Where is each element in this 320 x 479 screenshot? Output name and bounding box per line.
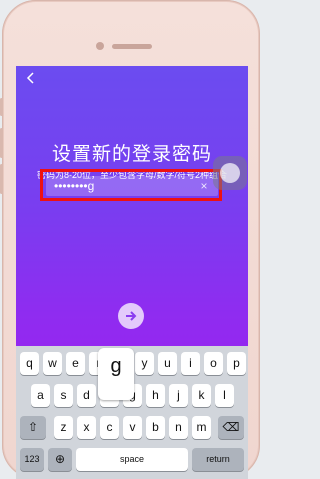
back-button[interactable] [25,72,41,88]
space-key[interactable]: space [76,448,188,471]
key-y[interactable]: y [135,352,154,375]
key-d[interactable]: d [77,384,96,407]
key-q[interactable]: q [20,352,39,375]
key-h[interactable]: h [146,384,165,407]
arrow-right-icon [126,311,137,321]
numbers-key[interactable]: 123 [20,448,44,471]
globe-key[interactable]: ⊕ [48,448,72,471]
volume-down-button [0,164,3,194]
key-v[interactable]: v [123,416,142,439]
earpiece-speaker [112,44,152,49]
key-b[interactable]: b [146,416,165,439]
key-l[interactable]: l [215,384,234,407]
shift-key[interactable]: ⇧ [20,416,46,439]
return-key[interactable]: return [192,448,244,471]
key-i[interactable]: i [181,352,200,375]
key-p[interactable]: p [227,352,246,375]
password-input[interactable]: ••••••••g [46,176,218,196]
key-u[interactable]: u [158,352,177,375]
key-w[interactable]: w [43,352,62,375]
key-a[interactable]: a [31,384,50,407]
next-button[interactable] [118,303,144,329]
assistive-touch-dot [220,163,240,183]
assistive-touch-button[interactable] [213,156,247,190]
key-n[interactable]: n [169,416,188,439]
key-c[interactable]: c [100,416,119,439]
key-o[interactable]: o [204,352,223,375]
mute-switch [0,98,3,116]
clear-input-button[interactable]: × [196,176,212,196]
key-z[interactable]: z [54,416,73,439]
front-camera [96,42,104,50]
key-x[interactable]: x [77,416,96,439]
key-j[interactable]: j [169,384,188,407]
volume-up-button [0,128,3,158]
delete-key[interactable]: ⌫ [218,416,244,439]
key-k[interactable]: k [192,384,211,407]
key-m[interactable]: m [192,416,211,439]
key-s[interactable]: s [54,384,73,407]
key-e[interactable]: e [66,352,85,375]
chevron-left-icon [26,72,34,84]
key-preview-popup: g [98,348,134,400]
